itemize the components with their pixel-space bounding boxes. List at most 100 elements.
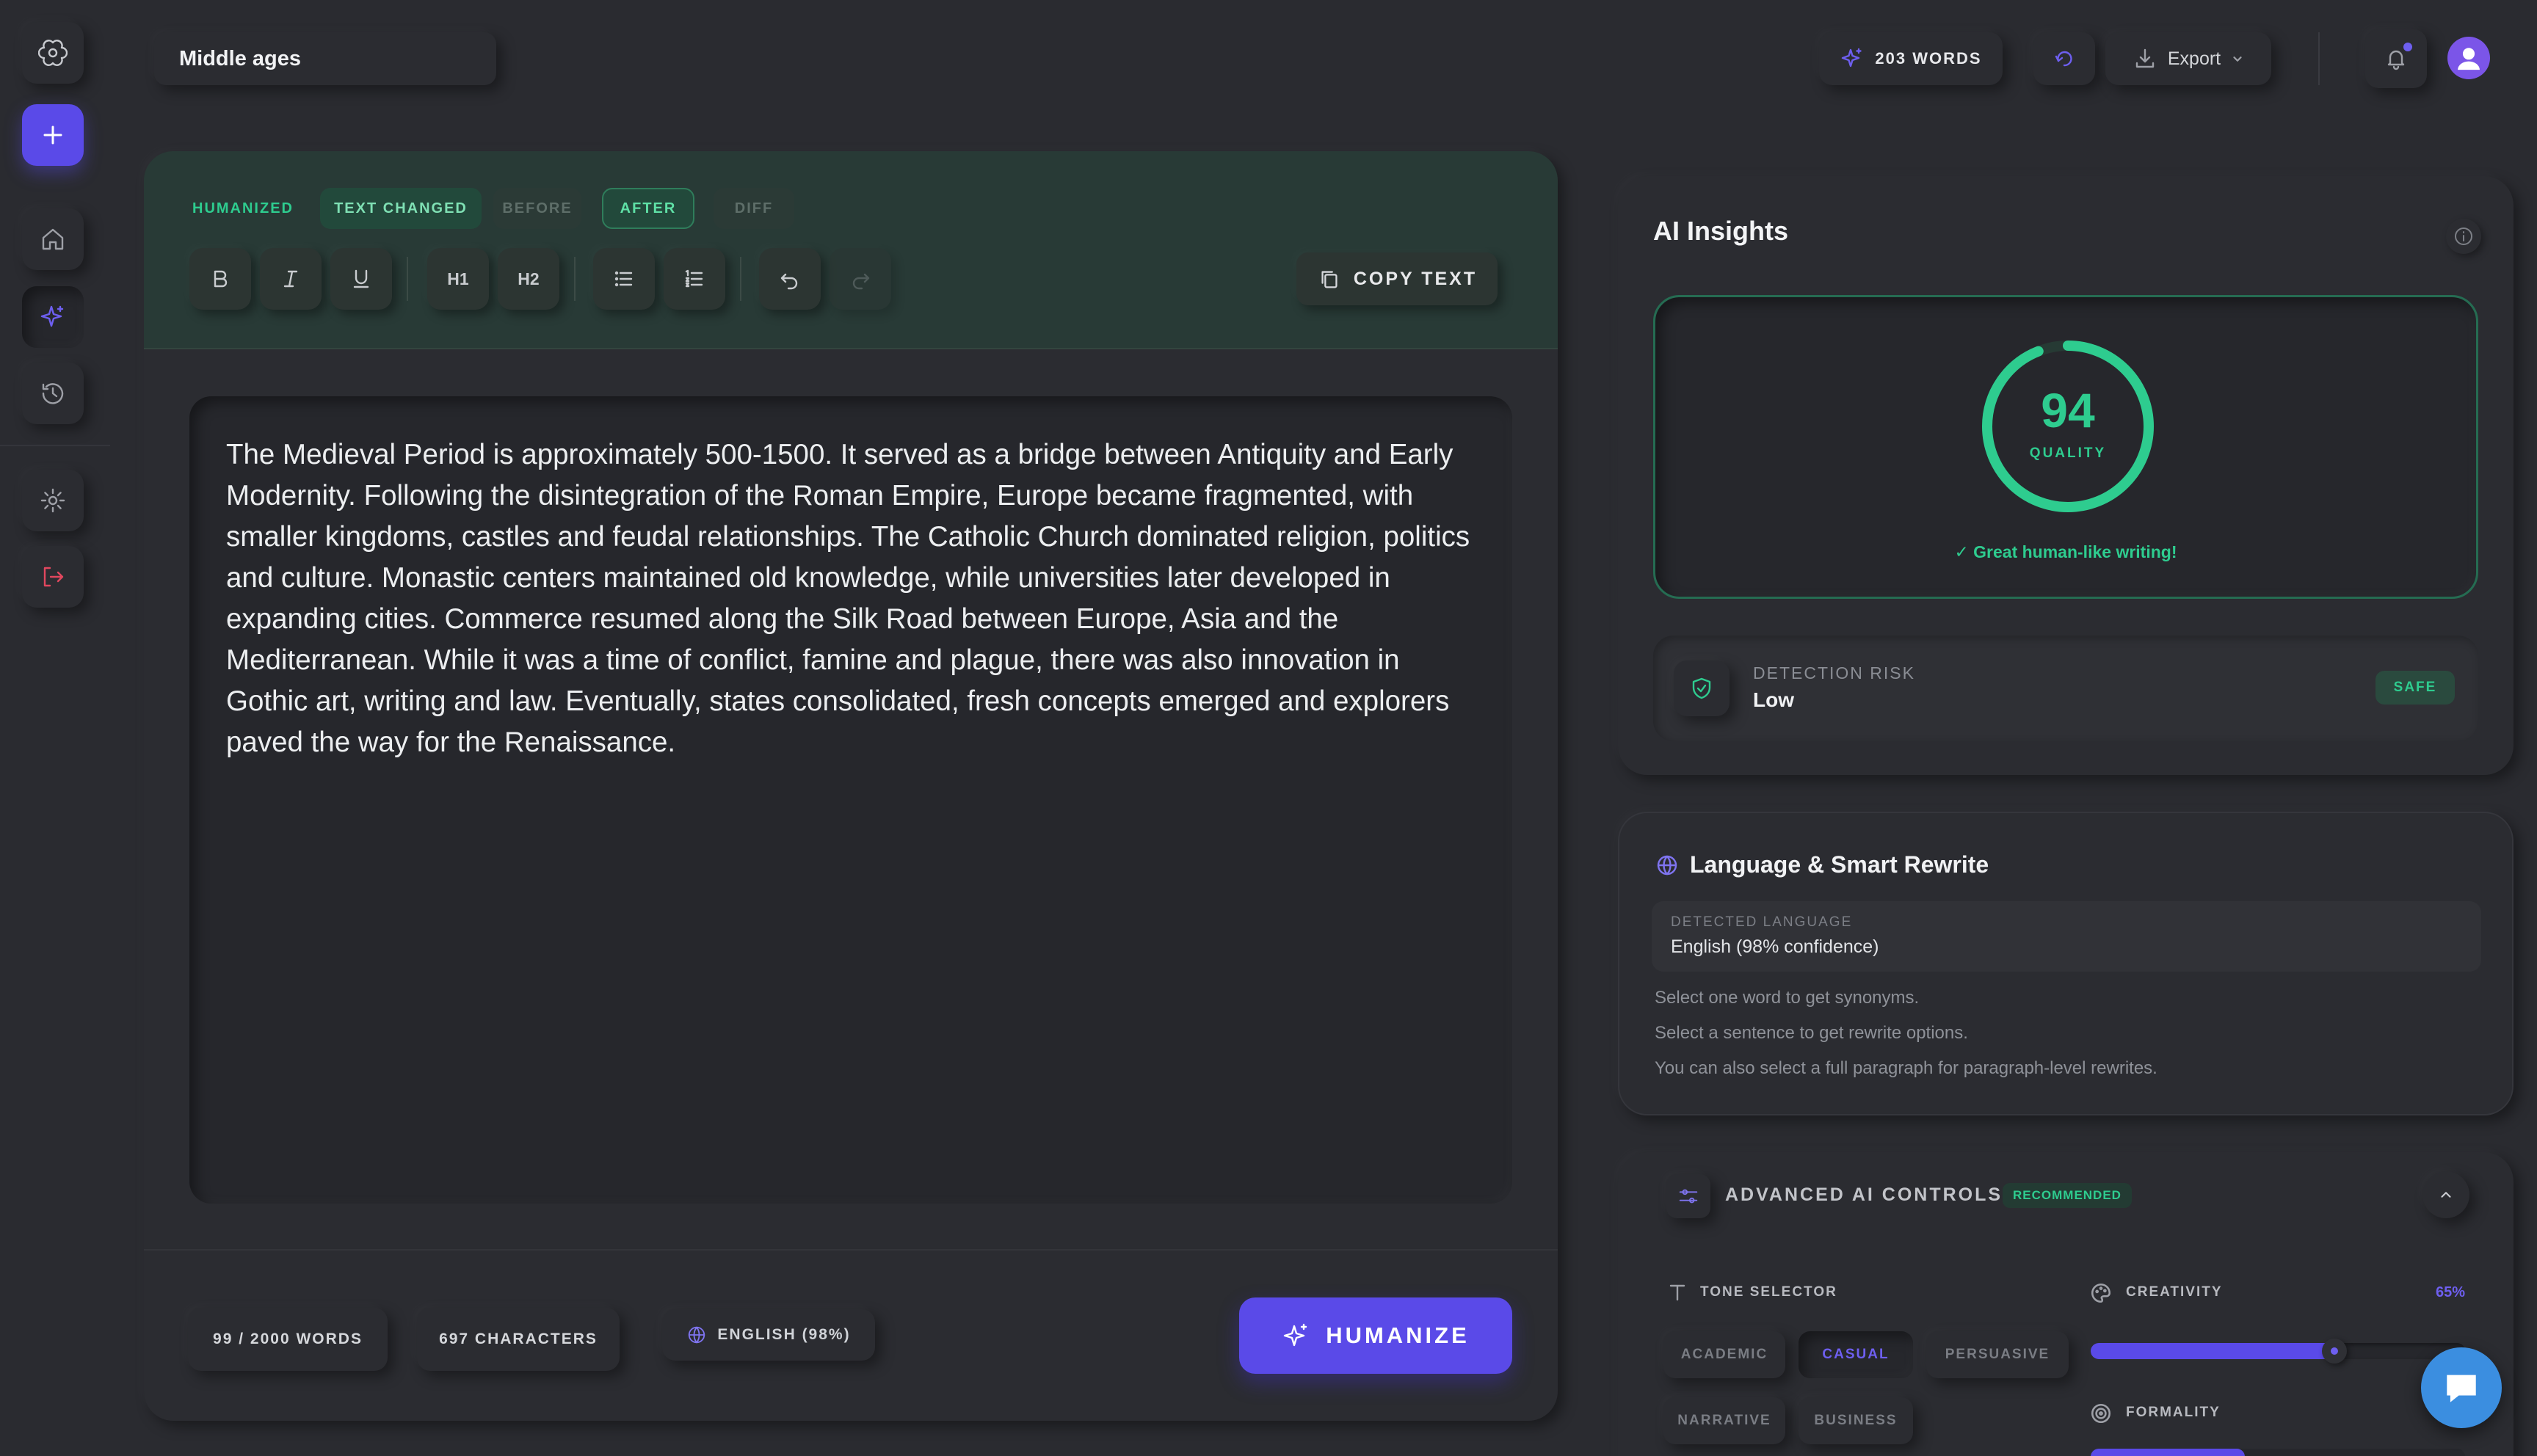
export-button[interactable]: Export [2105, 32, 2271, 85]
new-document-button[interactable] [22, 104, 84, 166]
detection-risk-card: DETECTION RISK Low SAFE [1653, 636, 2478, 741]
heading2-label: H2 [518, 269, 540, 288]
underline-icon [353, 269, 369, 288]
sparkle-icon[interactable] [22, 286, 84, 348]
copy-icon [1321, 271, 1338, 288]
bullet-list-button[interactable] [593, 248, 655, 310]
hint-text: Select a sentence to get rewrite options… [1655, 1023, 1968, 1043]
tone-academic[interactable]: ACADEMIC [1663, 1331, 1785, 1378]
heading1-button[interactable]: H1 [427, 248, 489, 310]
detected-language-label: DETECTED LANGUAGE [1671, 914, 1853, 930]
tone-narrative[interactable]: NARRATIVE [1663, 1397, 1785, 1444]
tab-before[interactable]: BEFORE [493, 188, 581, 229]
ai-insights-title: AI Insights [1653, 216, 1789, 246]
bold-button[interactable] [189, 248, 251, 310]
detected-language-value: English (98% confidence) [1671, 936, 1879, 957]
chat-icon [2447, 1375, 2476, 1402]
refresh-icon [2055, 51, 2072, 67]
tone-persuasive[interactable]: PERSUASIVE [1926, 1331, 2069, 1378]
word-count-label: 203 WORDS [1875, 49, 1982, 68]
export-label: Export [2167, 48, 2221, 69]
hint-text: You can also select a full paragraph for… [1655, 1058, 2157, 1078]
undo-button[interactable] [759, 248, 821, 310]
creativity-value: 65% [2435, 1284, 2465, 1300]
character-counter: 697 CHARACTERS [417, 1308, 620, 1371]
detection-risk-value: Low [1753, 688, 1794, 711]
shield-icon [1674, 660, 1730, 716]
toolbar-separator [740, 257, 741, 301]
target-icon [2091, 1403, 2111, 1424]
sparkle-icon [1842, 48, 1862, 68]
toolbar-separator [407, 257, 408, 301]
redo-icon [852, 273, 870, 290]
ai-insights-panel: AI Insights 94 QUALITY ✓ Great human-lik… [1618, 176, 2514, 775]
language-badge-label: ENGLISH (98%) [717, 1326, 851, 1343]
chat-support-button[interactable] [2421, 1347, 2502, 1428]
tab-after[interactable]: AFTER [602, 188, 694, 229]
quality-message: ✓ Great human-like writing! [1954, 542, 2177, 561]
detection-risk-label: DETECTION RISK [1753, 663, 1915, 682]
palette-icon [2091, 1283, 2111, 1303]
bullet-list-icon [614, 271, 633, 287]
editor-text-area[interactable]: The Medieval Period is approximately 500… [189, 396, 1512, 1204]
notification-dot [2403, 43, 2412, 51]
avatar[interactable] [2447, 37, 2490, 79]
humanize-button[interactable]: HUMANIZE [1239, 1297, 1512, 1374]
sliders-icon [1666, 1174, 1710, 1218]
underline-button[interactable] [330, 248, 392, 310]
tone-business[interactable]: BUSINESS [1799, 1397, 1913, 1444]
humanized-status: HUMANIZED [192, 200, 294, 216]
sidebar-divider [0, 445, 110, 446]
language-badge: ENGLISH (98%) [662, 1309, 875, 1361]
creativity-thumb[interactable] [2321, 1339, 2347, 1364]
logo-icon[interactable] [22, 22, 84, 84]
tone-selector-label: TONE SELECTOR [1700, 1284, 1837, 1300]
info-button[interactable] [2446, 219, 2481, 254]
tab-diff[interactable]: DIFF [714, 188, 794, 229]
editor-card: HUMANIZED TEXT CHANGED BEFORE AFTER DIFF… [144, 151, 1558, 1421]
numbered-list-button[interactable] [664, 248, 725, 310]
tone-casual[interactable]: CASUAL [1799, 1331, 1913, 1378]
text-tone-icon [1669, 1284, 1685, 1301]
text-changed-badge: TEXT CHANGED [320, 188, 482, 229]
creativity-label: CREATIVITY [2126, 1284, 2223, 1300]
copy-text-label: COPY TEXT [1353, 268, 1478, 289]
info-icon [2455, 228, 2472, 245]
creativity-slider[interactable] [2091, 1339, 2465, 1364]
creativity-fill [2091, 1343, 2334, 1359]
notifications-button[interactable] [2365, 29, 2427, 88]
history-icon[interactable] [22, 363, 84, 424]
italic-button[interactable] [260, 248, 322, 310]
globe-icon [1657, 855, 1677, 876]
chevron-up-icon [2441, 1192, 2451, 1198]
safe-badge: SAFE [2376, 671, 2455, 705]
heading2-button[interactable]: H2 [498, 248, 559, 310]
chevron-down-icon [2233, 57, 2242, 62]
detected-language-box: DETECTED LANGUAGE English (98% confidenc… [1652, 901, 2481, 972]
copy-text-button[interactable]: COPY TEXT [1296, 252, 1498, 305]
restore-button[interactable] [2033, 32, 2095, 85]
heading1-label: H1 [447, 269, 469, 288]
toolbar-separator [574, 257, 576, 301]
download-icon [2135, 48, 2155, 68]
document-title[interactable]: Middle ages [154, 32, 496, 85]
formality-fill [2091, 1449, 2245, 1456]
language-panel-title: Language & Smart Rewrite [1690, 851, 1989, 878]
word-count-badge: 203 WORDS [1819, 32, 2003, 85]
undo-icon [780, 273, 798, 290]
sparkle-icon [1283, 1323, 1307, 1347]
home-icon[interactable] [22, 208, 84, 270]
user-icon [2458, 48, 2480, 70]
quality-score: 94 [2041, 383, 2095, 437]
collapse-button[interactable] [2422, 1171, 2469, 1218]
advanced-controls-title: ADVANCED AI CONTROLS [1725, 1184, 2003, 1205]
quality-card: 94 QUALITY ✓ Great human-like writing! [1653, 295, 2478, 599]
gear-icon[interactable] [22, 470, 84, 531]
redo-button[interactable] [830, 248, 891, 310]
hint-text: Select one word to get synonyms. [1655, 988, 1920, 1008]
word-counter: 99 / 2000 WORDS [188, 1308, 388, 1371]
formality-slider[interactable] [2091, 1449, 2465, 1456]
editor-toolbar: HUMANIZED TEXT CHANGED BEFORE AFTER DIFF… [144, 151, 1558, 349]
editor-footer-divider [144, 1249, 1558, 1251]
logout-icon[interactable] [22, 546, 84, 608]
